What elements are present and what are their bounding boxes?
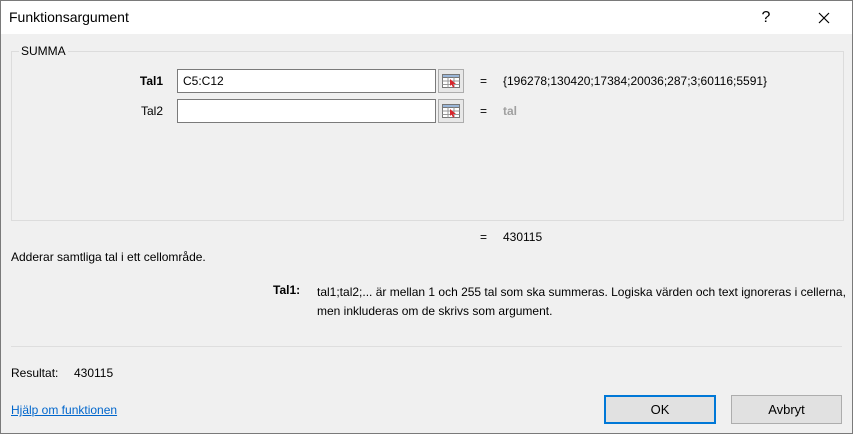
arg1-label: Tal1 bbox=[139, 74, 163, 88]
formula-equals: = bbox=[480, 230, 488, 244]
close-button[interactable] bbox=[801, 1, 847, 34]
separator bbox=[11, 346, 842, 347]
help-button[interactable]: ? bbox=[743, 1, 789, 34]
result-label: Resultat: bbox=[11, 366, 59, 380]
arg2-label: Tal2 bbox=[140, 104, 163, 118]
arg1-value-preview: {196278;130420;17384;20036;287;3;60116;5… bbox=[503, 74, 768, 88]
range-select-icon bbox=[442, 104, 460, 118]
ok-button[interactable]: OK bbox=[604, 395, 716, 424]
window-title: Funktionsargument bbox=[9, 9, 129, 25]
arg1-equals: = bbox=[480, 74, 488, 88]
function-name: SUMMA bbox=[19, 44, 68, 58]
arg-description-text: tal1;tal2;... är mellan 1 och 255 tal so… bbox=[317, 285, 846, 318]
title-bar: Funktionsargument ? bbox=[1, 1, 852, 34]
arg2-ref-button[interactable] bbox=[438, 99, 464, 123]
function-arguments-dialog: Funktionsargument ? SUMMA Tal1 = {196278… bbox=[0, 0, 853, 434]
arg2-equals: = bbox=[480, 104, 488, 118]
arg1-ref-button[interactable] bbox=[438, 69, 464, 93]
arg1-input[interactable] bbox=[177, 69, 436, 93]
arg2-input[interactable] bbox=[177, 99, 436, 123]
arg-description-name: Tal1: bbox=[273, 283, 301, 297]
close-icon bbox=[818, 12, 830, 23]
formula-result: 430115 bbox=[503, 230, 543, 244]
arg2-value-preview: tal bbox=[503, 104, 518, 118]
help-on-function-link[interactable]: Hjälp om funktionen bbox=[11, 403, 117, 417]
range-select-icon bbox=[442, 74, 460, 88]
function-description: Adderar samtliga tal i ett cellområde. bbox=[11, 250, 206, 264]
cancel-button[interactable]: Avbryt bbox=[731, 395, 842, 424]
result-value: 430115 bbox=[74, 366, 114, 380]
